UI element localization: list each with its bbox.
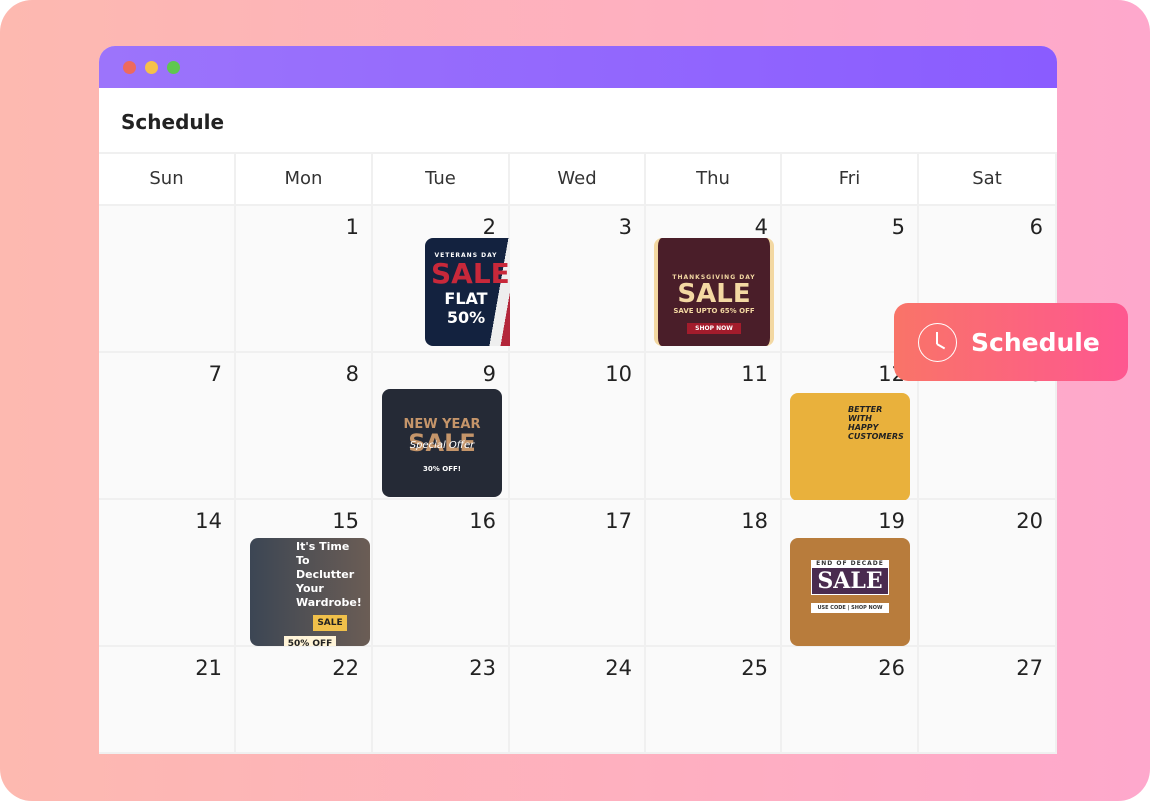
day-cell-2[interactable]: 2 VETERANS DAY SALE FLAT 50% <box>373 206 545 353</box>
day-cell-18[interactable]: 18 <box>646 500 782 647</box>
day-number: 18 <box>741 509 768 533</box>
poster-cta-text: SHOP NOW <box>687 323 741 334</box>
day-number: 8 <box>345 362 359 386</box>
day-number: 4 <box>754 215 768 239</box>
day-number: 3 <box>618 215 632 239</box>
day-cell-24[interactable]: 24 <box>510 647 646 754</box>
close-dot[interactable] <box>123 61 136 74</box>
day-cell-25[interactable]: 25 <box>646 647 782 754</box>
calendar-grid: 1 2 VETERANS DAY SALE FLAT 50% 3 4 THANKSGIVING… <box>99 206 1057 754</box>
day-cell-21[interactable]: 21 <box>99 647 236 754</box>
day-number: 6 <box>1029 215 1043 239</box>
day-cell-17[interactable]: 17 <box>510 500 646 647</box>
day-cell-20[interactable]: 20 <box>919 500 1057 647</box>
day-number: 9 <box>482 362 496 386</box>
day-number: 1 <box>345 215 359 239</box>
poster-script-text: Special Offer <box>409 440 475 451</box>
poster-main-text: It's Time To Declutter Your Wardrobe! <box>296 540 362 609</box>
day-number: 23 <box>469 656 496 680</box>
weekday-sun: Sun <box>99 154 236 206</box>
day-number: 27 <box>1016 656 1043 680</box>
weekday-tue: Tue <box>373 154 510 206</box>
day-cell-7[interactable]: 7 <box>99 353 236 500</box>
calendar-window: Schedule Sun Mon Tue Wed Thu Fri Sat 1 2 VETERAN… <box>99 46 1057 754</box>
day-cell-22[interactable]: 22 <box>236 647 373 754</box>
weekday-header: Sun Mon Tue Wed Thu Fri Sat <box>99 154 1057 206</box>
schedule-button[interactable]: Schedule <box>894 303 1128 381</box>
scheduled-post-thumbnail[interactable]: BETTER WITH HAPPY CUSTOMERS <box>790 393 910 501</box>
day-number: 16 <box>469 509 496 533</box>
day-cell-26[interactable]: 26 <box>782 647 919 754</box>
schedule-button-label: Schedule <box>971 327 1100 357</box>
poster-sub-text: FLAT 50% <box>444 289 488 327</box>
poster-main-text: SALE <box>431 257 510 290</box>
poster-main-text: SALE <box>677 279 751 309</box>
day-cell-16[interactable]: 16 <box>373 500 510 647</box>
day-number: 7 <box>208 362 222 386</box>
day-number: 15 <box>332 509 359 533</box>
scheduled-post-thumbnail[interactable]: THANKSGIVING DAY SALE SAVE UPTO 65% OFF SHO… <box>654 238 774 346</box>
day-number: 10 <box>605 362 632 386</box>
minimize-dot[interactable] <box>145 61 158 74</box>
day-number: 14 <box>195 509 222 533</box>
day-cell-27[interactable]: 27 <box>919 647 1057 754</box>
day-cell-23[interactable]: 23 <box>373 647 510 754</box>
scheduled-post-thumbnail[interactable]: END OF DECADE SALE USE CODE | SHOP NOW <box>790 538 910 646</box>
day-cell-9[interactable]: 9 NEW YEAR SALE Special Offer 30% OFF! <box>373 353 510 500</box>
day-number: 22 <box>332 656 359 680</box>
day-cell-10[interactable]: 10 <box>510 353 646 500</box>
poster-top-text: END OF DECADE <box>811 560 889 567</box>
scheduled-post-thumbnail[interactable]: It's Time To Declutter Your Wardrobe! SAL… <box>250 538 370 646</box>
poster-tag-text: SALE <box>313 615 347 631</box>
weekday-thu: Thu <box>646 154 782 206</box>
poster-sub-text: SAVE UPTO 65% OFF <box>673 307 755 315</box>
page-title: Schedule <box>99 88 1057 154</box>
day-number: 19 <box>878 509 905 533</box>
day-cell-8[interactable]: 8 <box>236 353 373 500</box>
day-cell-15[interactable]: 15 It's Time To Declutter Your Wardrobe! S… <box>236 500 373 647</box>
day-cell-1[interactable]: 1 <box>236 206 373 353</box>
day-number: 17 <box>605 509 632 533</box>
weekday-wed: Wed <box>510 154 646 206</box>
weekday-fri: Fri <box>782 154 919 206</box>
day-cell-14[interactable]: 14 <box>99 500 236 647</box>
weekday-mon: Mon <box>236 154 373 206</box>
day-number: 2 <box>482 215 496 239</box>
day-cell-19[interactable]: 19 END OF DECADE SALE USE CODE | SHOP NOW <box>782 500 919 647</box>
day-number: 26 <box>878 656 905 680</box>
title-bar <box>99 46 1057 88</box>
day-number: 20 <box>1016 509 1043 533</box>
clock-icon <box>918 322 957 362</box>
day-number: 21 <box>195 656 222 680</box>
day-cell-empty[interactable] <box>99 206 236 353</box>
scheduled-post-thumbnail[interactable]: NEW YEAR SALE Special Offer 30% OFF! <box>382 389 502 497</box>
maximize-dot[interactable] <box>167 61 180 74</box>
day-cell-3[interactable]: 3 <box>510 206 646 353</box>
poster-cta-text: USE CODE | SHOP NOW <box>811 603 889 613</box>
weekday-sat: Sat <box>919 154 1057 206</box>
poster-sub-text: 50% OFF <box>283 636 337 646</box>
day-number: 11 <box>741 362 768 386</box>
poster-main-text: SALE <box>811 567 889 595</box>
poster-main-text: BETTER WITH HAPPY CUSTOMERS <box>848 405 904 441</box>
poster-sub-text: 30% OFF! <box>423 465 461 473</box>
day-number: 25 <box>741 656 768 680</box>
day-number: 5 <box>891 215 905 239</box>
day-number: 24 <box>605 656 632 680</box>
day-cell-11[interactable]: 11 <box>646 353 782 500</box>
day-cell-4[interactable]: 4 THANKSGIVING DAY SALE SAVE UPTO 65% OFF SH… <box>646 206 782 353</box>
